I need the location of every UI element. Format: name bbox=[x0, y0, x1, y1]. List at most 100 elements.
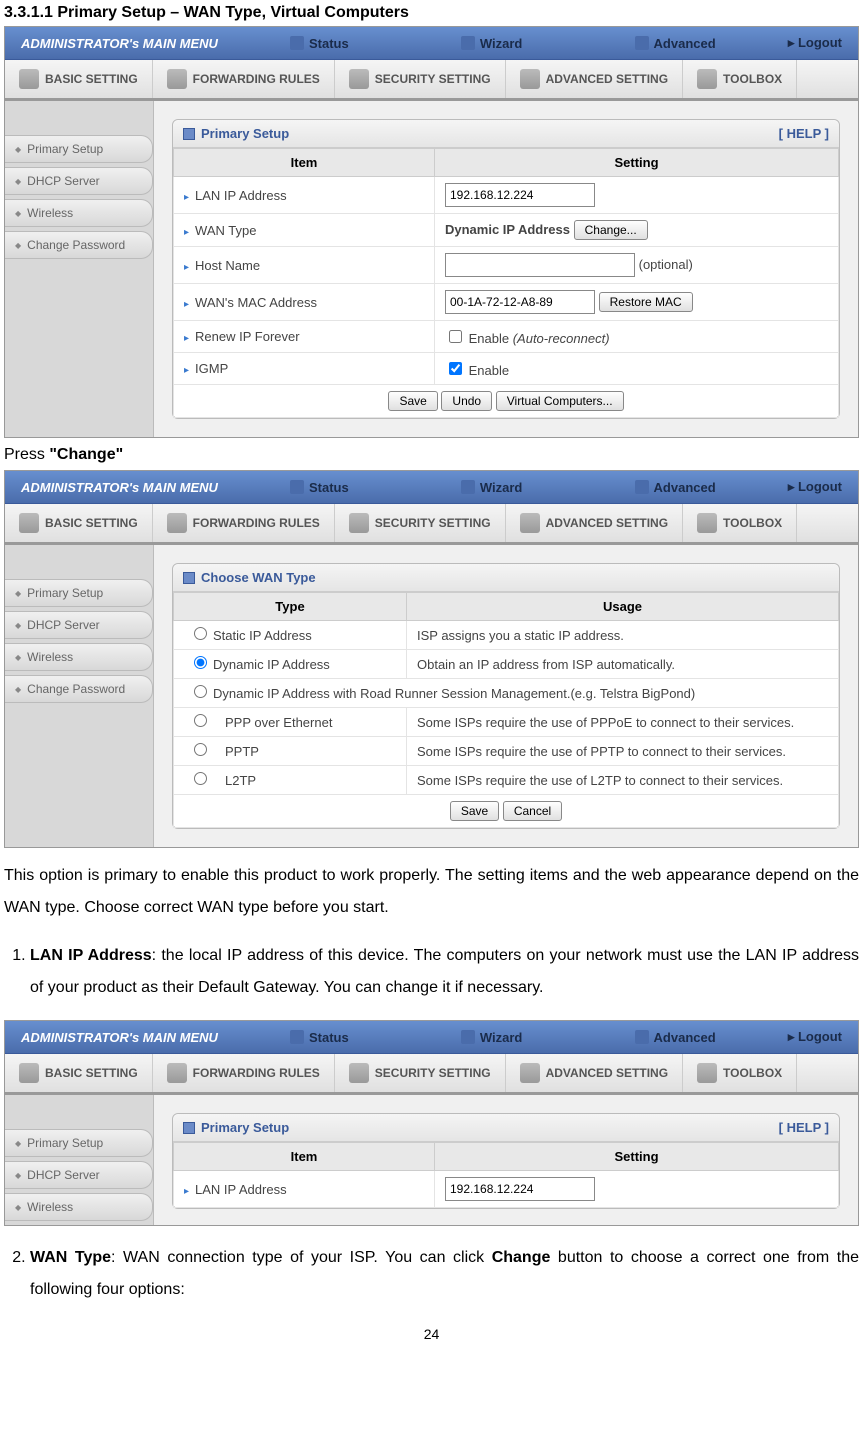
forwarding-icon bbox=[167, 69, 187, 89]
tab-forwarding[interactable]: FORWARDING RULES bbox=[153, 1054, 335, 1092]
tab-security[interactable]: SECURITY SETTING bbox=[335, 60, 506, 98]
tab-basic[interactable]: BASIC SETTING bbox=[5, 1054, 153, 1092]
usage-dynamic: Obtain an IP address from ISP automatica… bbox=[407, 650, 839, 679]
tab-toolbox[interactable]: TOOLBOX bbox=[683, 504, 797, 542]
sidebar-wireless[interactable]: Wireless bbox=[5, 643, 153, 671]
basic-icon bbox=[19, 513, 39, 533]
virtual-computers-button[interactable]: Virtual Computers... bbox=[496, 391, 624, 411]
logout-link[interactable]: ▸ Logout bbox=[772, 1029, 858, 1045]
save-button[interactable]: Save bbox=[388, 391, 437, 411]
tab-advanced[interactable]: ADVANCED SETTING bbox=[506, 60, 683, 98]
sidebar-primary-setup[interactable]: Primary Setup bbox=[5, 1129, 153, 1157]
type-dynamic: Dynamic IP Address bbox=[213, 657, 330, 672]
advanced-setting-icon bbox=[520, 1063, 540, 1083]
radio-dynamic-ip[interactable] bbox=[194, 656, 207, 669]
sidebar-dhcp-server[interactable]: DHCP Server bbox=[5, 611, 153, 639]
row-lan-ip: LAN IP Address bbox=[195, 188, 287, 203]
sidebar-wireless[interactable]: Wireless bbox=[5, 199, 153, 227]
nav-wizard[interactable]: Wizard bbox=[451, 1030, 533, 1045]
advanced-setting-icon bbox=[520, 513, 540, 533]
nav-advanced[interactable]: Advanced bbox=[625, 36, 726, 51]
nav-wizard[interactable]: Wizard bbox=[451, 480, 533, 495]
advanced-setting-icon bbox=[520, 69, 540, 89]
router-screenshot-2: ADMINISTRATOR's MAIN MENU Status Wizard … bbox=[4, 470, 859, 848]
status-icon bbox=[290, 1030, 304, 1044]
nav-advanced[interactable]: Advanced bbox=[625, 480, 726, 495]
security-icon bbox=[349, 1063, 369, 1083]
intro-paragraph: This option is primary to enable this pr… bbox=[4, 860, 859, 924]
lan-ip-input[interactable] bbox=[445, 183, 595, 207]
sidebar-primary-setup[interactable]: Primary Setup bbox=[5, 135, 153, 163]
sidebar-primary-setup[interactable]: Primary Setup bbox=[5, 579, 153, 607]
tab-basic[interactable]: BASIC SETTING bbox=[5, 504, 153, 542]
sidebar: Primary Setup DHCP Server Wireless Chang… bbox=[5, 101, 154, 437]
radio-pppoe[interactable] bbox=[194, 714, 207, 727]
status-icon bbox=[290, 36, 304, 50]
col-setting: Setting bbox=[435, 1143, 839, 1171]
tab-security[interactable]: SECURITY SETTING bbox=[335, 504, 506, 542]
tab-basic[interactable]: BASIC SETTING bbox=[5, 60, 153, 98]
tab-security[interactable]: SECURITY SETTING bbox=[335, 1054, 506, 1092]
type-road-runner: Dynamic IP Address with Road Runner Sess… bbox=[213, 686, 695, 701]
cancel-button[interactable]: Cancel bbox=[503, 801, 562, 821]
wizard-icon bbox=[461, 480, 475, 494]
settings-table: ItemSetting ▸LAN IP Address ▸WAN Type Dy… bbox=[173, 148, 839, 418]
tab-advanced[interactable]: ADVANCED SETTING bbox=[506, 504, 683, 542]
help-link[interactable]: [ HELP ] bbox=[779, 1120, 829, 1135]
save-button[interactable]: Save bbox=[450, 801, 499, 821]
toolbox-icon bbox=[697, 1063, 717, 1083]
undo-button[interactable]: Undo bbox=[441, 391, 492, 411]
section-heading: 3.3.1.1 Primary Setup – WAN Type, Virtua… bbox=[4, 4, 859, 22]
change-button[interactable]: Change... bbox=[574, 220, 648, 240]
usage-pppoe: Some ISPs require the use of PPPoE to co… bbox=[407, 708, 839, 737]
panel-title: Choose WAN Type bbox=[201, 570, 316, 585]
radio-static-ip[interactable] bbox=[194, 627, 207, 640]
nav-advanced[interactable]: Advanced bbox=[625, 1030, 726, 1045]
nav-status[interactable]: Status bbox=[280, 480, 359, 495]
igmp-checkbox[interactable] bbox=[449, 362, 462, 375]
nav-status[interactable]: Status bbox=[280, 1030, 359, 1045]
tab-forwarding[interactable]: FORWARDING RULES bbox=[153, 504, 335, 542]
router-screenshot-3: ADMINISTRATOR's MAIN MENU Status Wizard … bbox=[4, 1020, 859, 1226]
tab-forwarding[interactable]: FORWARDING RULES bbox=[153, 60, 335, 98]
sidebar-wireless[interactable]: Wireless bbox=[5, 1193, 153, 1221]
sidebar-dhcp-server[interactable]: DHCP Server bbox=[5, 1161, 153, 1189]
radio-road-runner[interactable] bbox=[194, 685, 207, 698]
sidebar-change-password[interactable]: Change Password bbox=[5, 675, 153, 703]
restore-mac-button[interactable]: Restore MAC bbox=[599, 292, 693, 312]
wizard-icon bbox=[461, 1030, 475, 1044]
row-renew-ip: Renew IP Forever bbox=[195, 329, 300, 344]
panel-icon bbox=[183, 128, 195, 140]
logout-link[interactable]: ▸ Logout bbox=[772, 35, 858, 51]
help-link[interactable]: [ HELP ] bbox=[779, 126, 829, 141]
toolbox-icon bbox=[697, 513, 717, 533]
tab-toolbox[interactable]: TOOLBOX bbox=[683, 1054, 797, 1092]
admin-menu-title: ADMINISTRATOR's MAIN MENU bbox=[5, 1030, 234, 1045]
col-item: Item bbox=[174, 1143, 435, 1171]
list-item-1: LAN IP Address: the local IP address of … bbox=[30, 940, 859, 1004]
nav-status[interactable]: Status bbox=[280, 36, 359, 51]
sidebar-dhcp-server[interactable]: DHCP Server bbox=[5, 167, 153, 195]
status-icon bbox=[290, 480, 304, 494]
renew-ip-checkbox[interactable] bbox=[449, 330, 462, 343]
col-usage: Usage bbox=[407, 593, 839, 621]
tab-toolbox[interactable]: TOOLBOX bbox=[683, 60, 797, 98]
usage-static: ISP assigns you a static IP address. bbox=[407, 621, 839, 650]
panel-icon bbox=[183, 1122, 195, 1134]
wan-mac-input[interactable] bbox=[445, 290, 595, 314]
numbered-list: LAN IP Address: the local IP address of … bbox=[4, 940, 859, 1004]
panel-title: Primary Setup bbox=[201, 1120, 289, 1135]
sidebar-change-password[interactable]: Change Password bbox=[5, 231, 153, 259]
lan-ip-input[interactable] bbox=[445, 1177, 595, 1201]
type-l2tp: L2TP bbox=[213, 773, 256, 788]
radio-l2tp[interactable] bbox=[194, 772, 207, 785]
logout-link[interactable]: ▸ Logout bbox=[772, 479, 858, 495]
nav-wizard[interactable]: Wizard bbox=[451, 36, 533, 51]
tab-advanced[interactable]: ADVANCED SETTING bbox=[506, 1054, 683, 1092]
radio-pptp[interactable] bbox=[194, 743, 207, 756]
list-item-2: WAN Type: WAN connection type of your IS… bbox=[30, 1242, 859, 1306]
host-name-input[interactable] bbox=[445, 253, 635, 277]
primary-setup-panel: Primary Setup [ HELP ] ItemSetting ▸LAN … bbox=[172, 1113, 840, 1209]
row-wan-type: WAN Type bbox=[195, 223, 256, 238]
row-host-name: Host Name bbox=[195, 258, 260, 273]
